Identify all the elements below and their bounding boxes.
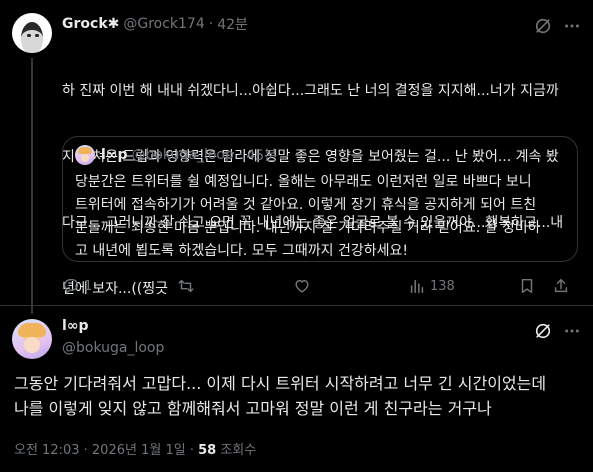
- grok-icon[interactable]: [533, 321, 553, 341]
- main-tweet-text: 그동안 기다려줘서 고맙다... 이제 다시 트위터 시작하려고 너무 긴 시간…: [14, 371, 584, 421]
- views-count: 58: [198, 443, 217, 458]
- divider: [0, 305, 593, 306]
- text-line: 당분간은 트위터를 쉴 예정입니다. 올해는 아무래도 이런저런 일로 바쁘다 …: [75, 174, 532, 190]
- quote-author-name: l∞p: [101, 147, 128, 163]
- reply-tweet[interactable]: Grock✱ @Grock174 · 42분 하 진짜 이번 해 내내 쉬겠다니…: [0, 0, 593, 314]
- thread-line: [31, 58, 33, 314]
- dot-separator: ·: [208, 16, 214, 32]
- quote-header: l∞p @bokuga_loop · 45분: [75, 145, 277, 165]
- tweet-meta: 오전 12:03 · 2026년 1월 1일 · 58 조회수: [14, 439, 256, 458]
- avatar-hair: [78, 147, 92, 154]
- like-button[interactable]: [293, 276, 315, 296]
- text-line: 나를 이렇게 잊지 않고 함께해줘서 고마워 정말 이런 게 친구라는 거구나: [14, 399, 492, 418]
- avatar-face: [21, 22, 43, 53]
- author-name[interactable]: Grock✱: [62, 16, 119, 32]
- author-name[interactable]: l∞p: [62, 318, 88, 334]
- text-line: 고 내년에 뵙도록 하겠습니다. 모두 그때까지 건강하세요!: [75, 243, 409, 259]
- grok-icon[interactable]: [533, 16, 553, 36]
- quote-text: 당분간은 트위터를 쉴 예정입니다. 올해는 아무래도 이런저런 일로 바쁘다 …: [75, 171, 565, 263]
- retweet-icon: [178, 279, 194, 293]
- quote-tweet[interactable]: l∞p @bokuga_loop · 45분 당분간은 트위터를 쉴 예정입니다…: [62, 136, 578, 262]
- views-icon: [410, 279, 424, 294]
- action-bar: 1 138: [62, 276, 582, 296]
- avatar-eye: [35, 34, 39, 37]
- dot-separator: ·: [237, 147, 243, 163]
- author-handle[interactable]: @bokuga_loop: [62, 340, 164, 356]
- bookmark-button[interactable]: [518, 276, 536, 296]
- avatar[interactable]: [12, 13, 52, 53]
- views-button[interactable]: 138: [408, 276, 455, 296]
- views-label: 조회수: [216, 443, 257, 458]
- text-line: 트위터에 접속하기가 어려울 것 같아요. 이렇게 장기 휴식을 공지하게 되어…: [75, 197, 537, 213]
- bookmark-icon: [521, 278, 533, 294]
- more-icon[interactable]: [562, 16, 582, 36]
- reply-icon: [63, 278, 79, 294]
- views-count: 138: [430, 278, 455, 294]
- avatar-hair: [18, 323, 46, 337]
- author-handle[interactable]: @Grock174: [123, 16, 204, 32]
- text-line: 분들께는 죄송한 마음 뿐입니다. 내년까지 잘 기다려주실 거라 믿어요. 잘…: [75, 220, 541, 236]
- avatar-face: [81, 154, 89, 162]
- quote-author-handle: @bokuga_loop: [131, 147, 234, 163]
- avatar[interactable]: [12, 319, 52, 359]
- reply-button[interactable]: 1: [62, 276, 92, 296]
- reply-count: 1: [84, 278, 93, 294]
- text-line: 하 진짜 이번 해 내내 쉬겠다니...아쉽다...그래도 난 너의 결정을 지…: [62, 83, 559, 99]
- more-icon[interactable]: [562, 321, 582, 341]
- tweet-time[interactable]: 42분: [217, 14, 248, 34]
- avatar-face: [24, 337, 40, 353]
- retweet-button[interactable]: [177, 276, 199, 296]
- timestamp[interactable]: 오전 12:03 · 2026년 1월 1일 ·: [14, 443, 198, 458]
- text-line: 그동안 기다려줘서 고맙다... 이제 다시 트위터 시작하려고 너무 긴 시간…: [14, 374, 547, 393]
- avatar-eye: [27, 34, 31, 37]
- like-icon: [295, 279, 309, 293]
- avatar[interactable]: [75, 145, 95, 165]
- reply-header: Grock✱ @Grock174 · 42분: [62, 14, 248, 34]
- share-button[interactable]: [552, 276, 570, 296]
- share-icon: [554, 278, 568, 293]
- quote-time: 45분: [246, 148, 278, 164]
